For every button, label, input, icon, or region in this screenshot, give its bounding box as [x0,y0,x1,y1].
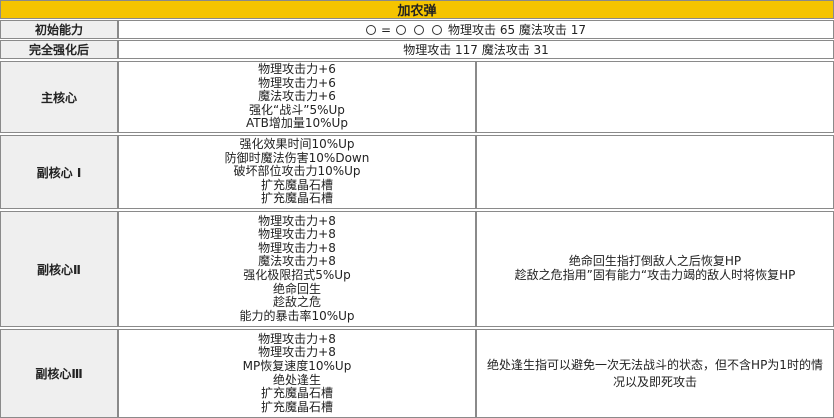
note-line: 绝处逢生指可以避免一次无法战斗的状态，但不含HP为1时的情况以及即死攻击 [487,357,823,389]
effect-line: 物理攻击力+8 [258,213,336,228]
effect-line: 强化“战斗”5%Up [249,102,345,117]
slot-link: = [380,22,392,37]
sub-core-3-effects: 物理攻击力+8 物理攻击力+8 MP恢复速度10%Up 绝处逢生 扩充魔晶石槽 … [118,329,476,418]
effect-line: MP恢复速度10%Up [242,358,352,373]
materia-slot-icon [396,24,407,35]
effect-line: 魔法攻击力+8 [258,254,336,269]
full-stats: 物理攻击 117 魔法攻击 31 [403,43,549,57]
core-label: 主核心 [0,61,118,133]
sub-core-2-effects: 物理攻击力+8 物理攻击力+8 物理攻击力+8 魔法攻击力+8 强化极限招式5%… [118,211,476,327]
materia-slot-icon [414,24,425,35]
materia-slots: = [365,22,443,37]
effect-line: 魔法攻击力+6 [258,89,336,104]
full-upgrade-value: 物理攻击 117 魔法攻击 31 [118,40,834,59]
materia-slot-icon [432,24,443,35]
sub-core-3-label: 副核心Ⅲ [0,329,118,418]
core-effects: 物理攻击力+6 物理攻击力+6 魔法攻击力+6 强化“战斗”5%Up ATB增加… [118,61,476,133]
effect-line: 强化效果时间10%Up [239,137,355,152]
effect-line: 扩充魔晶石槽 [260,386,333,401]
title-text: 加农弹 [397,4,437,19]
effect-line: 扩充魔晶石槽 [260,191,333,206]
note-line: 趁敌之危指用”固有能力“攻击力竭的敌人时将恢复HP [514,268,796,282]
core-notes [476,61,834,133]
effect-line: 强化极限招式5%Up [243,268,351,282]
sub-core-2-notes: 绝命回生指打倒敌人之后恢复HP 趁敌之危指用”固有能力“攻击力竭的敌人时将恢复H… [476,211,834,327]
effect-line: 物理攻击力+8 [258,331,336,346]
sub-core-1-notes [476,135,834,209]
note-line: 绝命回生指打倒敌人之后恢复HP [568,254,742,269]
materia-slot-icon [365,24,376,35]
effect-line: 破坏部位攻击力10%Up [233,164,361,179]
initial-ability-value: = 物理攻击 65 魔法攻击 17 [118,20,834,39]
sub-core-2-label: 副核心Ⅱ [0,211,118,327]
effect-line: 趁敌之危 [272,295,321,310]
effect-line: 扩充魔晶石槽 [260,399,333,414]
ability-table: 加农弹 初始能力 = 物理攻击 65 魔法攻击 17 完全强化后 物理攻击 11… [0,0,834,418]
sub-core-1-effects: 强化效果时间10%Up 防御时魔法伤害10%Down 破坏部位攻击力10%Up … [118,135,476,209]
effect-line: ATB增加量10%Up [246,116,348,131]
initial-ability-label: 初始能力 [0,20,118,39]
initial-stats: 物理攻击 65 魔法攻击 17 [448,23,587,37]
effect-line: 能力的暴击率10%Up [239,308,355,323]
effect-line: 物理攻击力+6 [258,62,336,77]
effect-line: 物理攻击力+8 [258,227,336,242]
full-upgrade-label: 完全强化后 [0,40,118,59]
sub-core-3-notes: 绝处逢生指可以避免一次无法战斗的状态，但不含HP为1时的情况以及即死攻击 [476,329,834,418]
sub-core-1-label: 副核心 Ⅰ [0,135,118,209]
table-title: 加农弹 [0,0,834,19]
effect-line: 物理攻击力+8 [258,345,336,360]
